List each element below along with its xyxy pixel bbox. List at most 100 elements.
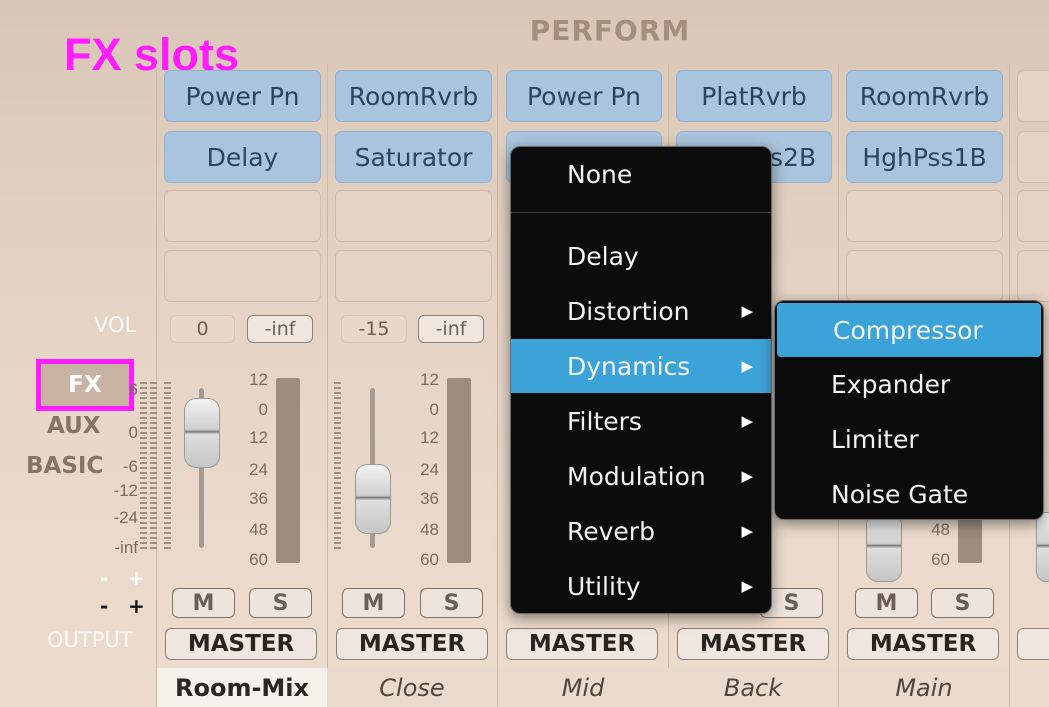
fx-slot-1[interactable] [1017, 70, 1049, 122]
menu-item-delay[interactable]: Delay [511, 229, 771, 283]
scale-tick: 0 [128, 423, 138, 442]
fx-slot-2[interactable] [1017, 131, 1049, 183]
dynamics-submenu: Compressor Expander Limiter Noise Gate [774, 300, 1044, 520]
scale-tick: 12 [249, 370, 268, 389]
submenu-arrow-icon: ▶ [741, 467, 753, 485]
solo-button[interactable]: S [249, 588, 312, 618]
zoom-minus-button[interactable]: - [100, 566, 108, 590]
fx-slot-1[interactable]: PlatRvrb [676, 70, 832, 122]
scale-tick: 0 [258, 400, 268, 419]
volume-peak[interactable]: -inf [247, 315, 313, 343]
fx-slot-4[interactable] [164, 250, 321, 302]
menu-item-modulation[interactable]: Modulation ▶ [511, 449, 771, 503]
fx-slot-1[interactable]: RoomRvrb [335, 70, 492, 122]
menu-item-label: Modulation [567, 461, 706, 491]
fx-slot-2[interactable]: Saturator [335, 131, 492, 183]
scale-tick: 48 [420, 520, 439, 539]
fx-slot-4[interactable] [846, 250, 1003, 302]
submenu-item-label: Compressor [833, 315, 983, 345]
submenu-item-compressor[interactable]: Compressor [777, 303, 1041, 357]
menu-item-label: Distortion [567, 296, 690, 326]
scale-tick: 24 [420, 460, 439, 479]
submenu-arrow-icon: ▶ [741, 412, 753, 430]
submenu-item-expander[interactable]: Expander [775, 357, 1043, 411]
output-select[interactable]: MASTER [336, 628, 488, 660]
mute-button[interactable]: M [855, 588, 918, 618]
menu-item-label: Delay [567, 241, 639, 271]
fader-handle[interactable] [866, 512, 902, 582]
channel-name[interactable]: Room-Mix [157, 668, 327, 707]
solo-button[interactable]: S [420, 588, 483, 618]
submenu-item-noise-gate[interactable]: Noise Gate [775, 467, 1043, 521]
volume-value[interactable]: 0 [170, 315, 235, 343]
scale-tick: 0 [429, 400, 439, 419]
mute-button[interactable]: M [342, 588, 405, 618]
column-divider [327, 64, 328, 707]
fx-slot-1[interactable]: Power Pn [164, 70, 321, 122]
menu-item-label: Utility [567, 571, 641, 601]
vol-label: VOL [94, 313, 137, 337]
scale-tick: 60 [420, 550, 439, 569]
submenu-arrow-icon: ▶ [741, 357, 753, 375]
menu-item-reverb[interactable]: Reverb ▶ [511, 504, 771, 558]
scale-tick: 12 [420, 370, 439, 389]
scale-tick: 24 [249, 460, 268, 479]
output-select[interactable]: MASTER [165, 628, 317, 660]
menu-item-none[interactable]: None [511, 147, 771, 201]
submenu-item-limiter[interactable]: Limiter [775, 412, 1043, 466]
volume-value[interactable]: -15 [341, 315, 407, 343]
menu-item-utility[interactable]: Utility ▶ [511, 559, 771, 613]
channel-name[interactable]: Close [327, 668, 497, 707]
output-select[interactable]: MASTER [506, 628, 658, 660]
volume-peak[interactable]: -inf [418, 315, 484, 343]
fx-slot-4[interactable] [335, 250, 492, 302]
fx-slot-2[interactable]: HghPss1B [846, 131, 1003, 183]
output-select[interactable]: MASTER [847, 628, 999, 660]
fx-slot-1[interactable]: RoomRvrb [846, 70, 1003, 122]
submenu-item-label: Limiter [831, 424, 919, 454]
fader-handle[interactable] [184, 398, 220, 468]
fx-slot-3[interactable] [164, 190, 321, 242]
fader-handle[interactable] [1036, 512, 1049, 582]
scale-tick: 12 [249, 428, 268, 447]
fx-slot-2[interactable]: Delay [164, 131, 321, 183]
master-meter [140, 382, 147, 552]
height-plus-button[interactable]: + [128, 594, 145, 618]
fx-slot-3[interactable] [335, 190, 492, 242]
scale-tick: -24 [113, 508, 138, 527]
output-select[interactable]: MASTER [677, 628, 829, 660]
scale-tick: 48 [931, 520, 950, 539]
output-label: OUTPUT [47, 628, 133, 652]
submenu-arrow-icon: ▶ [741, 302, 753, 320]
scale-tick: 36 [249, 489, 268, 508]
scale-tick: -12 [113, 481, 138, 500]
master-meter [150, 382, 157, 552]
height-minus-button[interactable]: - [100, 594, 108, 618]
menu-item-filters[interactable]: Filters ▶ [511, 394, 771, 448]
zoom-plus-button[interactable]: + [128, 566, 145, 590]
scale-tick: 12 [420, 428, 439, 447]
fx-slot-4[interactable] [1017, 250, 1049, 302]
fader-handle[interactable] [355, 464, 391, 534]
fx-slot-3[interactable] [846, 190, 1003, 242]
mute-button[interactable]: M [172, 588, 235, 618]
fx-slot-1[interactable]: Power Pn [506, 70, 662, 122]
scale-tick: -inf [114, 538, 138, 557]
channel-name[interactable]: Back [668, 668, 838, 707]
scale-tick: 48 [249, 520, 268, 539]
output-select[interactable] [1017, 628, 1049, 660]
level-meter [276, 378, 300, 563]
channel-name[interactable]: Mid [498, 668, 668, 707]
menu-separator [511, 212, 771, 213]
channel-name[interactable]: Main [839, 668, 1009, 707]
submenu-item-label: Expander [831, 369, 951, 399]
fx-slot-3[interactable] [1017, 190, 1049, 242]
submenu-item-label: Noise Gate [831, 479, 969, 509]
menu-item-distortion[interactable]: Distortion ▶ [511, 284, 771, 338]
menu-item-dynamics[interactable]: Dynamics ▶ [511, 339, 771, 393]
scale-tick: 60 [249, 550, 268, 569]
scale-tick: -6 [122, 457, 138, 476]
fader-scale [334, 382, 341, 552]
fx-context-menu: None Delay Distortion ▶ Dynamics ▶ Filters… [510, 146, 772, 614]
solo-button[interactable]: S [931, 588, 994, 618]
